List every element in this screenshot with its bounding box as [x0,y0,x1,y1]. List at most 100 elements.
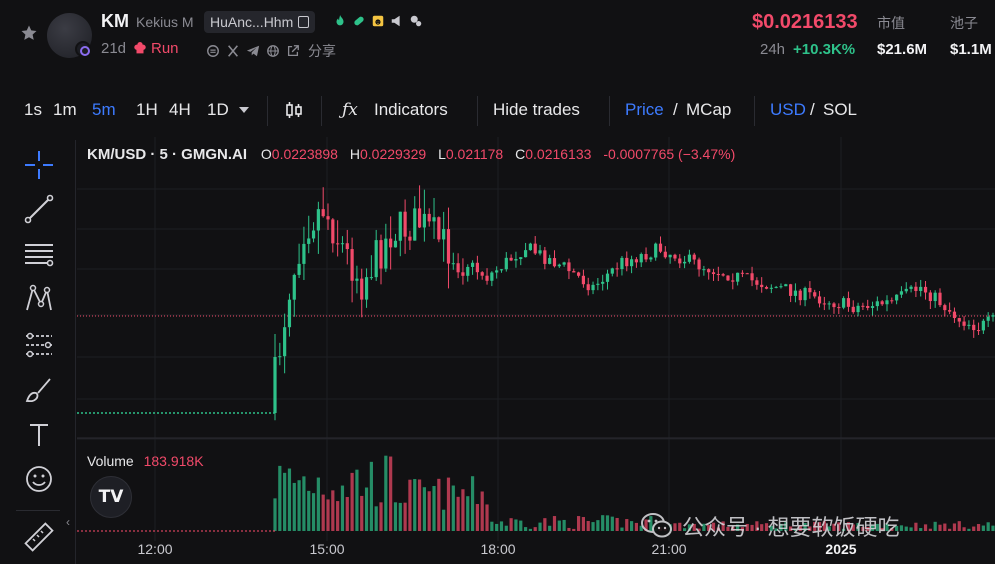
time-tick-year: 2025 [825,541,857,557]
share-icon[interactable] [286,44,300,58]
wechat-icon [641,513,672,538]
volume-bar [437,478,441,531]
sol-currency-button[interactable]: SOL [823,100,857,120]
candle-body [755,280,759,285]
candle-body [596,283,600,285]
pump-link-icon[interactable] [206,44,220,58]
candle-body [663,251,667,258]
volume-bar [485,504,489,531]
volume-bar [490,521,494,531]
candle-body [292,274,296,300]
low-value: 0.021178 [445,146,504,162]
volume-bar [933,521,937,531]
candle-body [909,286,913,289]
bundle-icon [409,14,423,28]
current-price: $0.0216133 [752,11,858,33]
candle-body [736,272,740,282]
usd-currency-button[interactable]: USD [770,100,806,120]
volume-bar [461,489,465,531]
candle-body [914,286,918,292]
interval-1d[interactable]: 1D [207,100,229,120]
pattern-tool-icon[interactable] [22,282,56,316]
text-tool-icon[interactable] [22,418,56,452]
fib-retracement-tool-icon[interactable] [22,237,56,271]
volume-bar [620,527,624,531]
close-label: C [515,146,526,162]
volume-bar [321,494,325,531]
interval-1h[interactable]: 1H [136,100,158,120]
crosshair-tool-icon[interactable] [22,148,56,182]
candle-body [302,243,306,264]
candle-body [562,262,566,265]
volume-bar [340,485,345,531]
telegram-icon[interactable] [246,44,260,58]
candle-body [287,299,292,328]
candle-body [697,259,701,270]
candle-body [644,254,648,260]
volume-bar [928,528,932,531]
volume-bar [548,525,552,531]
copy-icon[interactable] [298,16,310,28]
interval-1m[interactable]: 1m [53,100,77,120]
volume-bar [364,487,369,531]
website-globe-icon[interactable] [266,44,280,58]
candle-body [326,216,330,220]
share-label[interactable]: 分享 [308,41,336,61]
volume-bar [538,522,542,531]
candle-body [716,274,720,276]
time-tick: 21:00 [651,541,687,557]
volume-bar [374,506,378,531]
candle-body [740,272,745,274]
volume-bar [384,455,388,531]
candle-body [408,236,412,241]
tradingview-logo-icon[interactable]: TV [90,476,132,518]
candle-body [538,250,542,254]
candle-body [379,240,383,269]
price-mode-button[interactable]: Price [625,100,664,120]
mcap-mode-button[interactable]: MCap [686,100,731,120]
interval-dropdown-chevron-icon[interactable] [238,105,250,115]
candle-body [446,229,451,264]
collapse-rail-chevron-icon[interactable]: ‹ [66,515,70,529]
candle-body [649,257,653,260]
run-tag[interactable]: Run [133,40,179,57]
candle-body [490,272,494,281]
candle-body [678,258,682,264]
candle-body [943,305,947,311]
emoji-tool-icon[interactable] [22,462,56,496]
hide-trades-button[interactable]: Hide trades [493,100,580,120]
candle-body [398,211,402,241]
prediction-tool-icon[interactable] [22,328,56,362]
contract-address[interactable]: HuAnc...Hhm [204,11,316,33]
volume-bar [413,479,417,531]
token-header: KM Kekius M HuAnc...Hhm ☻ 21d Run 分享 $0.… [0,0,995,80]
volume-bar [952,523,957,531]
volume-bar [273,498,277,531]
brush-tool-icon[interactable] [22,373,56,407]
toolbar-divider [321,96,322,126]
ruler-tool-icon[interactable] [22,520,56,554]
candle-body [316,209,320,231]
x-twitter-icon[interactable] [226,44,240,58]
candle-body [625,257,629,267]
candle-body [456,263,460,273]
favorite-star-icon[interactable] [20,24,38,42]
candle-type-icon[interactable] [284,100,304,120]
candle-body [311,230,316,239]
indicators-fx-icon[interactable]: ƒx [342,100,358,120]
interval-5m[interactable]: 5m [92,100,116,120]
interval-4h[interactable]: 4H [169,100,191,120]
volume-bar [417,479,422,531]
interval-1s[interactable]: 1s [24,100,42,120]
candle-body [673,254,677,259]
candle-body [350,249,354,281]
candle-body [813,292,817,297]
candlestick-chart[interactable] [77,137,995,564]
candle-body [707,269,711,273]
indicators-button[interactable]: Indicators [374,100,448,120]
candle-body [422,213,426,228]
candle-body [417,208,422,228]
candle-body [504,257,508,270]
burn-icon: ☻ [371,14,385,28]
trendline-tool-icon[interactable] [22,192,56,226]
